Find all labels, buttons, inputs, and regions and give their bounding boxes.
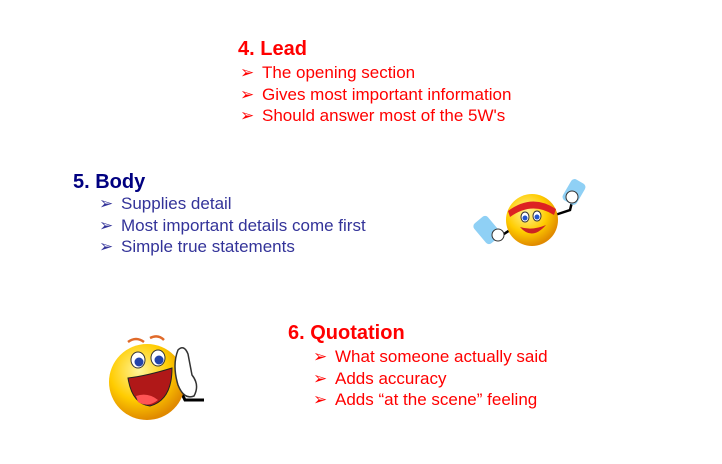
list-item: ➢ What someone actually said [313,347,548,366]
list-item: ➢ Most important details come first [99,215,366,235]
arrow-bullet-icon: ➢ [99,194,114,213]
arrow-bullet-icon: ➢ [313,368,328,388]
arrow-bullet-icon: ➢ [99,215,114,235]
arrow-bullet-icon: ➢ [313,347,328,366]
list-item: ➢ Gives most important information [240,84,512,104]
lead-bullets: ➢ The opening section ➢ Gives most importa… [240,62,511,127]
body-heading: 5. Body [73,171,146,193]
arrow-bullet-icon: ➢ [313,390,328,409]
list-item: ➢ Adds “at the scene” feeling [313,390,538,409]
body-bullets: ➢ Supplies detail ➢ Most important details… [99,193,366,258]
arrow-bullet-icon: ➢ [240,63,255,82]
arrow-bullet-icon: ➢ [240,84,255,104]
exercising-smiley-icon [473,179,586,246]
list-item: ➢ Supplies detail [99,194,232,213]
lead-heading: 4. Lead [238,38,307,60]
arrow-bullet-icon: ➢ [240,106,255,125]
quotation-heading: 6. Quotation [288,322,405,344]
list-item: ➢ Simple true statements [99,237,295,256]
arrow-bullet-icon: ➢ [99,237,114,256]
shouting-smiley-icon [109,335,204,420]
list-item: ➢ Adds accuracy [313,368,447,388]
quotation-bullets: ➢ What someone actually said ➢ Adds accura… [313,346,548,411]
list-item: ➢ Should answer most of the 5W's [240,106,506,125]
list-item: ➢ The opening section [240,63,416,82]
